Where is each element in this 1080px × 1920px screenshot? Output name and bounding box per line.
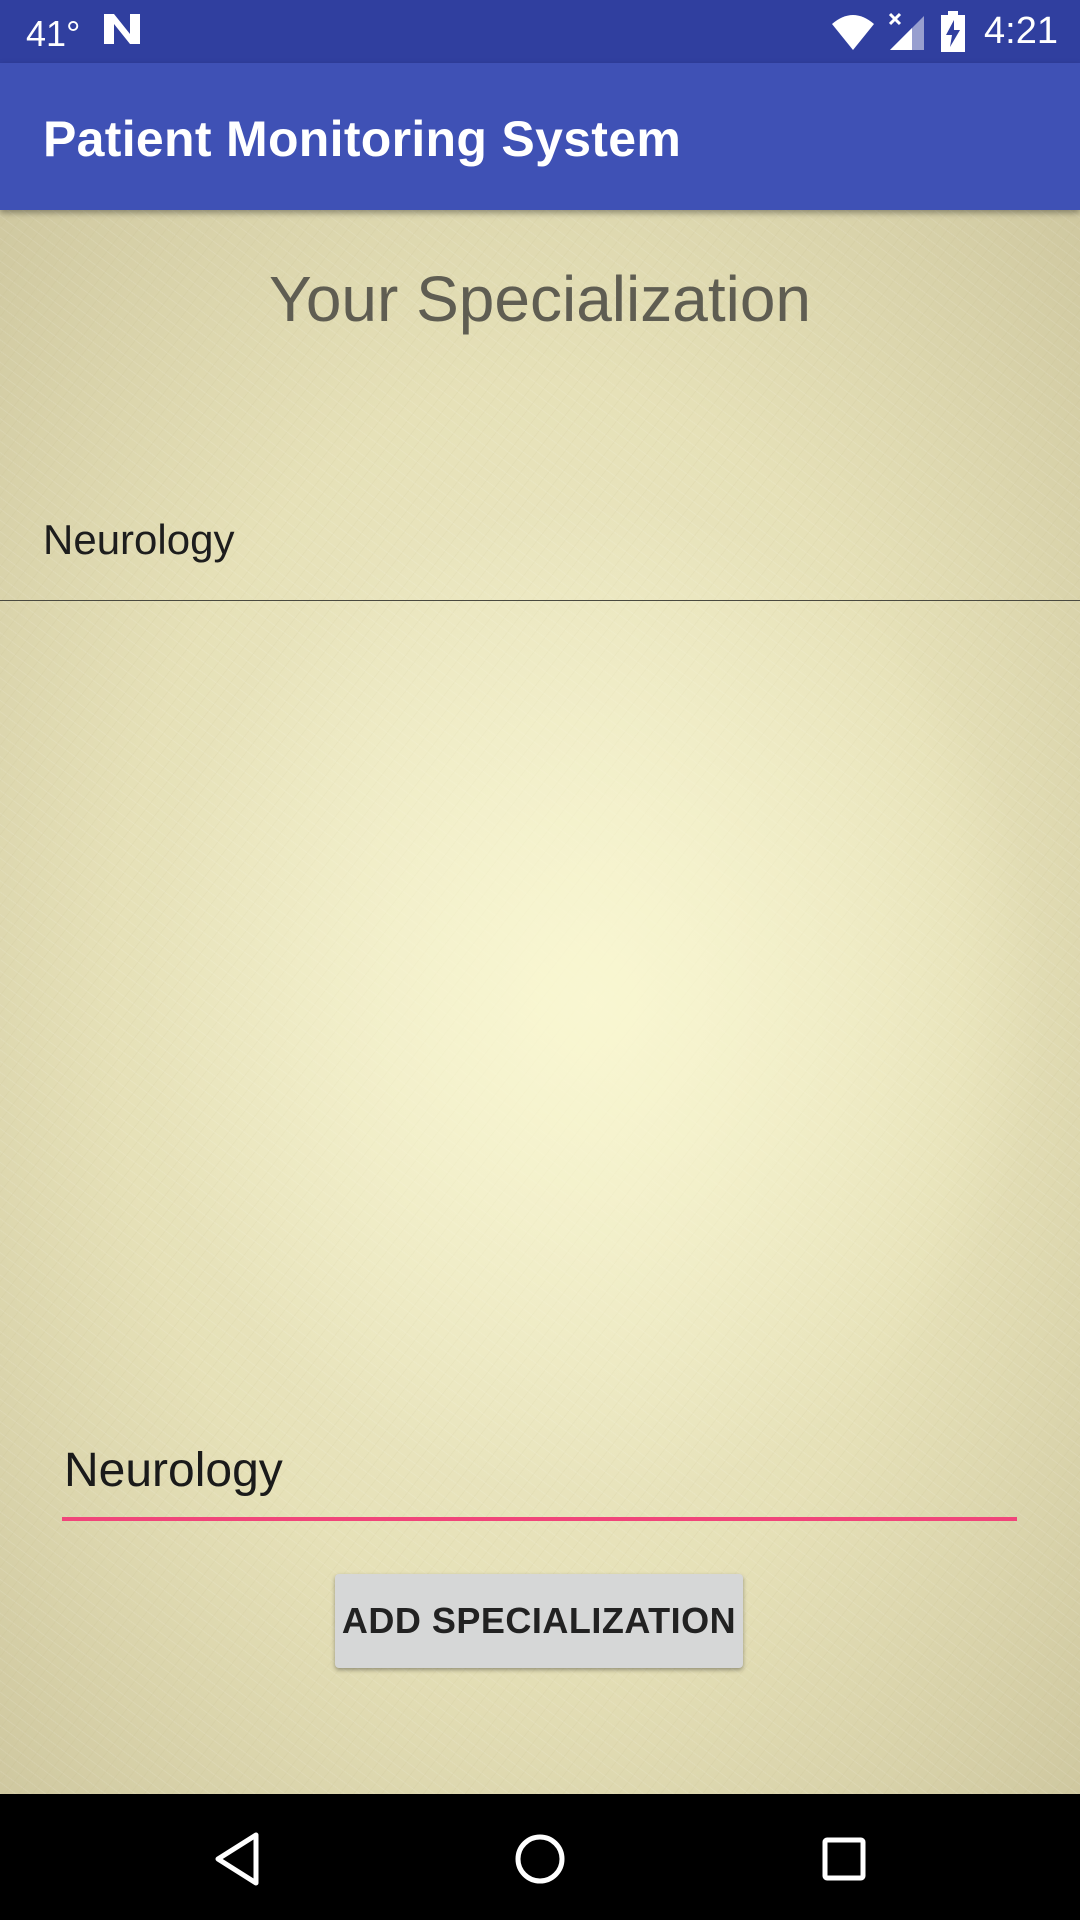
cell-signal-icon: [886, 12, 926, 52]
status-bar: 41° 4:21: [0, 0, 1080, 63]
specialization-input-wrapper: [62, 1435, 1017, 1521]
status-left: 41°: [26, 12, 142, 55]
status-right: 4:21: [830, 10, 1058, 53]
app-bar: Patient Monitoring System: [0, 63, 1080, 210]
wifi-icon: [830, 12, 876, 52]
specialization-input[interactable]: [64, 1443, 1004, 1498]
temperature-text: 41°: [26, 12, 81, 54]
home-circle-icon[interactable]: [505, 1824, 575, 1894]
navigation-bar: [0, 1794, 1080, 1920]
specialization-item-label: Neurology: [43, 516, 235, 563]
specialization-list-item[interactable]: Neurology: [0, 490, 1080, 601]
n-logo-icon: [102, 12, 142, 55]
app-title: Patient Monitoring System: [43, 111, 682, 167]
screen: 41° 4:21 Patient Monitoring System Your …: [0, 0, 1080, 1920]
back-triangle-icon[interactable]: [202, 1824, 272, 1894]
add-specialization-button[interactable]: ADD SPECIALIZATION: [335, 1574, 743, 1668]
main-content: Your Specialization Neurology ADD SPECIA…: [0, 210, 1080, 1794]
battery-charging-icon: [940, 10, 966, 53]
recents-square-icon[interactable]: [809, 1824, 879, 1894]
clock-text: 4:21: [984, 10, 1058, 52]
page-heading: Your Specialization: [269, 263, 811, 335]
